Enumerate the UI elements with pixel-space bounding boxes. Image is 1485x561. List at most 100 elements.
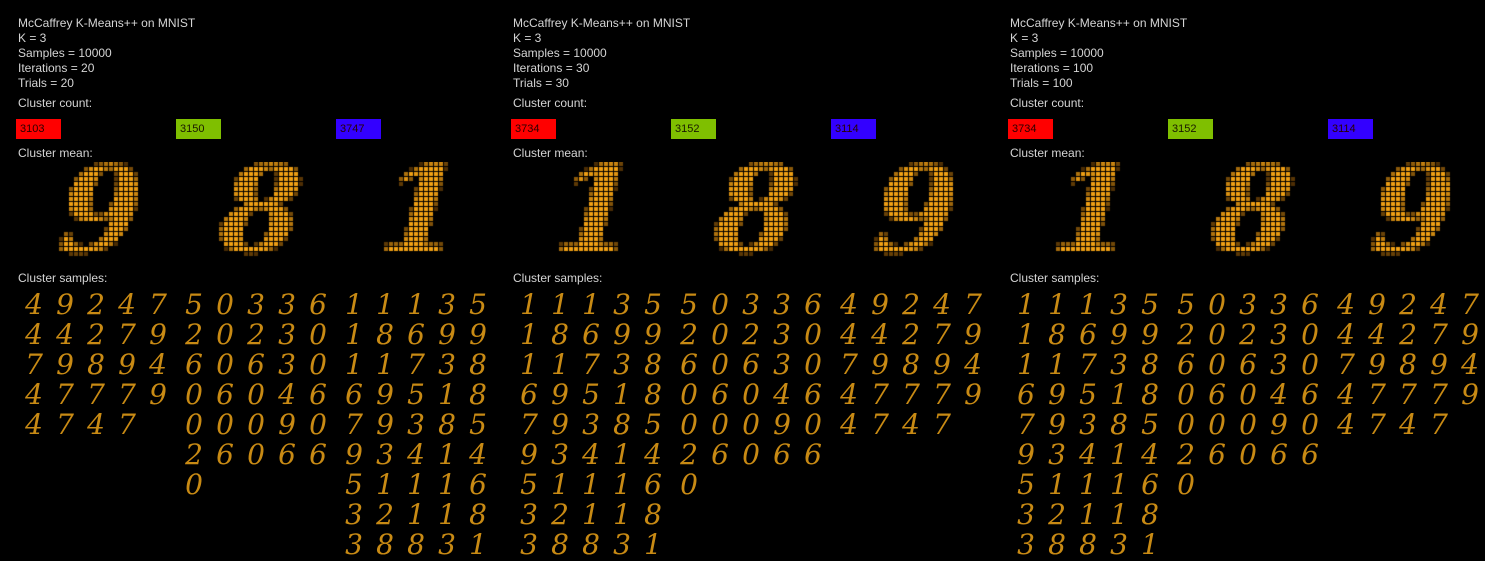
sample-digit: 4 bbox=[25, 288, 43, 321]
sample-digit: 4 bbox=[149, 348, 167, 381]
sample-digit: 9 bbox=[520, 438, 538, 471]
sample-digit: 3 bbox=[551, 438, 569, 471]
sample-digit: 8 bbox=[1141, 378, 1159, 411]
sample-digit: 0 bbox=[804, 348, 822, 381]
sample-digit: 9 bbox=[644, 318, 662, 351]
cluster-mean-image bbox=[859, 162, 969, 272]
sample-digit: 3 bbox=[1017, 498, 1035, 531]
sample-digit: 0 bbox=[247, 438, 265, 471]
sample-digit: 0 bbox=[742, 378, 760, 411]
samples-value: Samples = 10000 bbox=[513, 46, 607, 60]
sample-digit: 0 bbox=[185, 408, 203, 441]
sample-digit: 2 bbox=[1399, 318, 1417, 351]
sample-digit: 9 bbox=[871, 288, 889, 321]
sample-digit: 6 bbox=[216, 438, 234, 471]
trials-value: Trials = 100 bbox=[1010, 76, 1073, 90]
sample-digit: 3 bbox=[1048, 438, 1066, 471]
sample-digit: 6 bbox=[1208, 378, 1226, 411]
trials-value: Trials = 20 bbox=[18, 76, 74, 90]
cluster-samples-label: Cluster samples: bbox=[513, 271, 603, 285]
sample-digit: 0 bbox=[1301, 348, 1319, 381]
iterations-value: Iterations = 100 bbox=[1010, 61, 1094, 75]
sample-digit: 1 bbox=[520, 318, 538, 351]
cluster-count-label: Cluster count: bbox=[18, 96, 93, 110]
sample-digit: 3 bbox=[613, 528, 631, 561]
cluster-mean-image bbox=[1196, 162, 1306, 272]
sample-digit: 1 bbox=[345, 288, 363, 321]
sample-digit: 3 bbox=[345, 498, 363, 531]
cluster-mean-image bbox=[204, 162, 314, 272]
sample-digit: 0 bbox=[680, 378, 698, 411]
cluster-count-badge: 3734 bbox=[511, 119, 556, 139]
sample-digit: 3 bbox=[1270, 288, 1288, 321]
sample-digit: 2 bbox=[902, 318, 920, 351]
sample-digit: 2 bbox=[1177, 318, 1195, 351]
sample-digit: 0 bbox=[216, 348, 234, 381]
sample-digit: 8 bbox=[469, 378, 487, 411]
sample-digit: 4 bbox=[1270, 378, 1288, 411]
sample-digit: 7 bbox=[56, 408, 74, 441]
sample-digit: 7 bbox=[345, 408, 363, 441]
sample-digit: 1 bbox=[1048, 288, 1066, 321]
cluster-count-badge: 3103 bbox=[16, 119, 61, 139]
kmeans-panel: McCaffrey K-Means++ on MNIST K = 3 Samples… bbox=[511, 0, 1008, 560]
sample-digit: 7 bbox=[1337, 348, 1355, 381]
sample-digit: 6 bbox=[309, 378, 327, 411]
k-value: K = 3 bbox=[513, 31, 542, 45]
sample-digit: 3 bbox=[773, 318, 791, 351]
sample-digit: 0 bbox=[1208, 348, 1226, 381]
sample-digit: 9 bbox=[278, 408, 296, 441]
sample-digit: 9 bbox=[1110, 318, 1128, 351]
sample-digit: 1 bbox=[613, 468, 631, 501]
sample-digit: 6 bbox=[804, 438, 822, 471]
sample-digit: 4 bbox=[1430, 288, 1448, 321]
sample-digit: 5 bbox=[407, 378, 425, 411]
sample-digit: 2 bbox=[680, 438, 698, 471]
sample-digit: 6 bbox=[1079, 318, 1097, 351]
sample-digit: 5 bbox=[520, 468, 538, 501]
sample-digit: 1 bbox=[613, 498, 631, 531]
sample-digit: 7 bbox=[933, 408, 951, 441]
sample-digit: 9 bbox=[1270, 408, 1288, 441]
cluster-count-badge: 3114 bbox=[831, 119, 876, 139]
sample-digit: 1 bbox=[1048, 468, 1066, 501]
sample-digit: 1 bbox=[469, 528, 487, 561]
cluster-mean-label: Cluster mean: bbox=[18, 146, 93, 160]
sample-digit: 9 bbox=[438, 318, 456, 351]
sample-digit: 1 bbox=[345, 348, 363, 381]
sample-digit: 8 bbox=[438, 408, 456, 441]
k-value: K = 3 bbox=[18, 31, 47, 45]
sample-digit: 3 bbox=[582, 408, 600, 441]
cluster-mean-label: Cluster mean: bbox=[1010, 146, 1085, 160]
sample-digit: 8 bbox=[407, 528, 425, 561]
sample-digit: 9 bbox=[1368, 348, 1386, 381]
sample-digit: 4 bbox=[1368, 318, 1386, 351]
panel-title: McCaffrey K-Means++ on MNIST bbox=[18, 16, 196, 30]
sample-digit: 5 bbox=[1079, 378, 1097, 411]
sample-digit: 1 bbox=[438, 438, 456, 471]
sample-digit: 4 bbox=[1399, 408, 1417, 441]
sample-digit: 8 bbox=[551, 528, 569, 561]
sample-digit: 2 bbox=[376, 498, 394, 531]
sample-digit: 6 bbox=[773, 438, 791, 471]
sample-digit: 4 bbox=[1337, 318, 1355, 351]
cluster-count-badge: 3152 bbox=[1168, 119, 1213, 139]
sample-digit: 7 bbox=[964, 288, 982, 321]
sample-digit: 8 bbox=[469, 348, 487, 381]
sample-digit: 8 bbox=[582, 528, 600, 561]
sample-digit: 5 bbox=[1017, 468, 1035, 501]
sample-digit: 1 bbox=[376, 468, 394, 501]
sample-digit: 9 bbox=[1368, 288, 1386, 321]
sample-digit: 4 bbox=[840, 288, 858, 321]
sample-digit: 1 bbox=[1079, 468, 1097, 501]
sample-digit: 1 bbox=[1110, 498, 1128, 531]
sample-digit: 4 bbox=[1079, 438, 1097, 471]
sample-digit: 6 bbox=[345, 378, 363, 411]
sample-digit: 0 bbox=[742, 438, 760, 471]
sample-digit: 0 bbox=[185, 378, 203, 411]
cluster-count-badge: 3734 bbox=[1008, 119, 1053, 139]
sample-digit: 7 bbox=[1368, 378, 1386, 411]
sample-digit: 8 bbox=[644, 498, 662, 531]
sample-digit: 7 bbox=[1461, 288, 1479, 321]
sample-digit: 8 bbox=[1048, 318, 1066, 351]
